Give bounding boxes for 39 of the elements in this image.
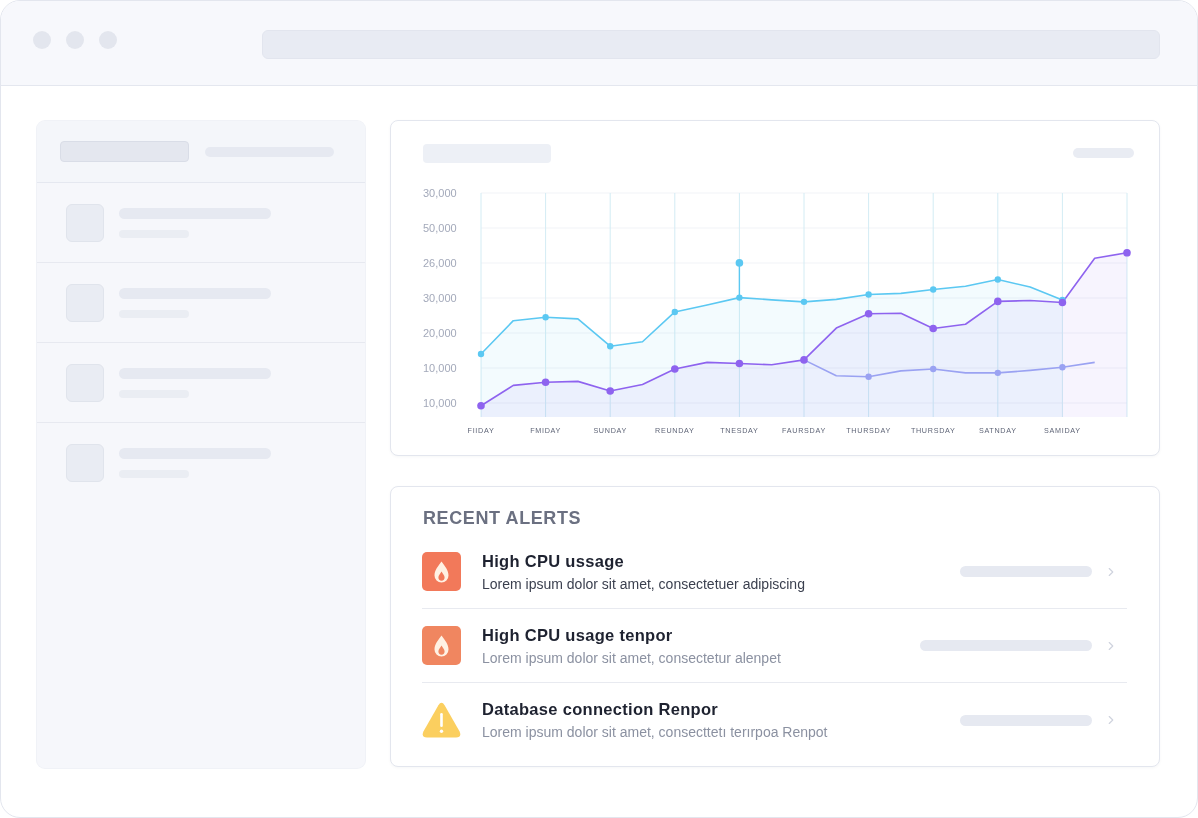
data-point [477, 350, 485, 358]
data-point [994, 276, 1001, 283]
data-point [800, 356, 808, 364]
data-point [994, 369, 1001, 377]
y-axis-label: 26,000 [423, 257, 457, 269]
data-point [865, 373, 872, 380]
y-axis-label: 30,000 [423, 187, 457, 199]
placeholder-chip[interactable] [60, 141, 189, 162]
data-point [930, 365, 937, 373]
alert-title: High CPU ussage [482, 550, 626, 571]
data-point [671, 308, 678, 316]
alert-title: High CPU usage tenpor [482, 624, 674, 645]
y-axis-label: 30,000 [423, 292, 457, 304]
data-point [1059, 364, 1066, 371]
data-point [994, 297, 1002, 306]
data-point [800, 298, 808, 306]
data-point [542, 314, 549, 321]
y-axis-label: 50,000 [423, 222, 457, 234]
data-point [606, 387, 614, 395]
alert-title: Database connection Renpor [482, 699, 720, 719]
alert-description: Lorem ipsum dolor sit amet, consectetuer adipiscing [482, 574, 806, 593]
data-point [477, 402, 485, 410]
data-point [1123, 249, 1131, 257]
y-axis-label: 10,000 [423, 397, 457, 409]
data-point [865, 291, 872, 298]
data-point [930, 286, 937, 293]
y-axis-label: 20,000 [423, 327, 457, 339]
data-point [929, 324, 937, 333]
data-point [864, 309, 873, 318]
data-point [671, 365, 679, 373]
data-point [607, 343, 614, 350]
data-point [541, 378, 550, 387]
data-point [735, 359, 744, 368]
alert-description: Lorem ipsum dolor sit amet, consecttetı terırpoa Renpot [482, 723, 829, 741]
alert-description: Lorem ipsum dolor sit amet, consectetur alenpet [482, 648, 782, 667]
data-point [1058, 298, 1067, 307]
data-point [736, 294, 743, 301]
section-title: RECENT ALERTS [423, 507, 583, 529]
y-axis-label: 10,000 [423, 362, 457, 374]
